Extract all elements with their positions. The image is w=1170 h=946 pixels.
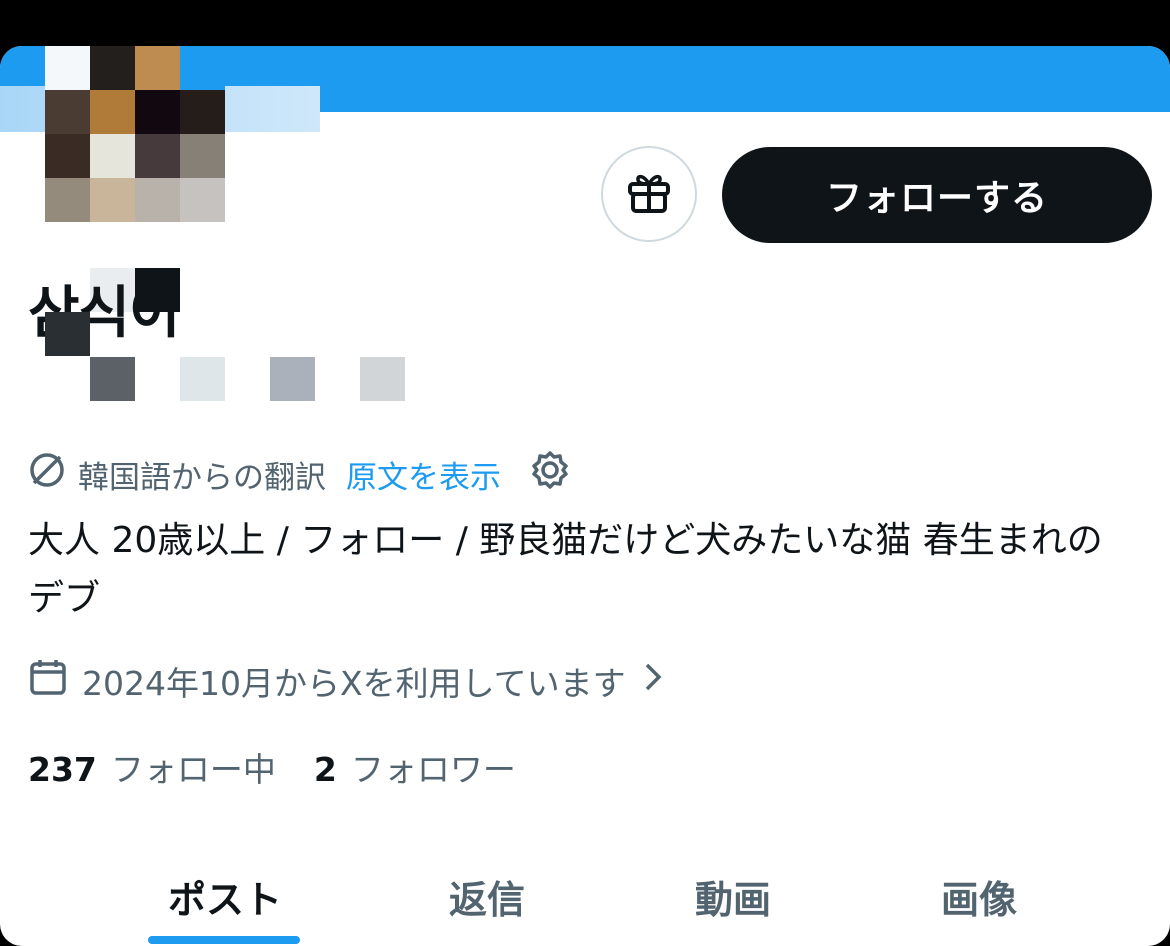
- join-date-text: 2024年10月からXを利用しています: [82, 664, 626, 703]
- following-count: 237: [28, 750, 97, 789]
- handle-blur: [90, 357, 135, 401]
- profile-card: フォローする 삼식이 韓国語からの翻訳 原文を表示 大人 20歳以上 / フォロ…: [0, 46, 1170, 946]
- follow-stats: 237 フォロー中 2 フォロワー: [28, 744, 516, 790]
- following-link[interactable]: 237 フォロー中: [28, 743, 276, 791]
- show-original-link[interactable]: 原文を表示: [346, 452, 501, 497]
- gift-icon: [626, 170, 672, 218]
- gear-icon[interactable]: [529, 449, 571, 499]
- followers-count: 2: [313, 750, 337, 789]
- translation-notice: 韓国語からの翻訳 原文を表示: [28, 451, 571, 497]
- handle-blur: [180, 357, 225, 401]
- gift-button[interactable]: [601, 146, 697, 242]
- tab-media[interactable]: 画像: [864, 846, 1094, 946]
- join-date[interactable]: 2024年10月からXを利用しています: [28, 656, 664, 706]
- chevron-right-icon: [642, 661, 664, 701]
- followers-link[interactable]: 2 フォロワー: [314, 743, 516, 791]
- follow-button[interactable]: フォローする: [722, 147, 1152, 243]
- profile-tabs: ポスト 返信 動画 画像: [0, 846, 1170, 946]
- tab-videos[interactable]: 動画: [618, 846, 848, 946]
- followers-label: フォロワー: [350, 750, 516, 789]
- handle-blur: [270, 357, 315, 401]
- following-label: フォロー中: [110, 750, 276, 789]
- tab-replies[interactable]: 返信: [372, 846, 602, 946]
- tab-posts[interactable]: ポスト: [110, 846, 340, 946]
- active-tab-indicator: [148, 936, 300, 944]
- handle-blur: [360, 357, 405, 401]
- translation-label: 韓国語からの翻訳: [78, 459, 326, 496]
- translate-icon: [28, 451, 66, 497]
- handle-blur: [45, 312, 90, 356]
- avatar[interactable]: [45, 46, 225, 222]
- calendar-icon: [28, 657, 68, 705]
- profile-bio: 大人 20歳以上 / フォロー / 野良猫だけど犬みたいな猫 春生まれのデブ: [28, 520, 1103, 619]
